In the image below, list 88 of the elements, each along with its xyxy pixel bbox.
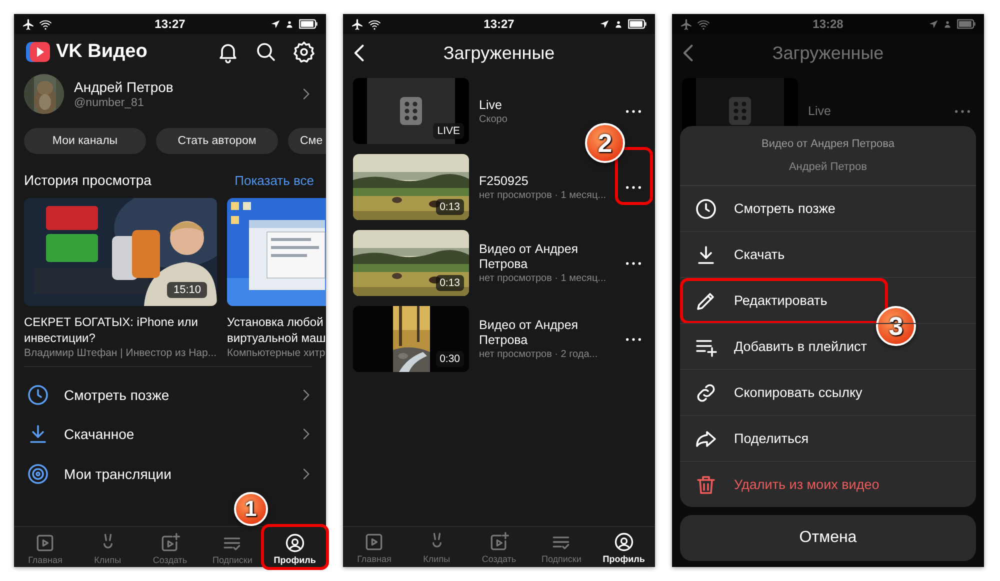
chip-button[interactable]: Мои каналы [24,128,146,154]
settings-icon [292,40,316,64]
tab-button[interactable]: Создать [468,527,530,567]
more-icon [626,110,640,112]
clock-icon [26,382,50,407]
tab-button[interactable]: Профиль [592,527,656,567]
step-badge: 2 [585,123,625,163]
video-title[interactable]: Live [808,104,944,118]
menu-item[interactable]: Редактировать [694,284,828,318]
step-badge: 1 [234,492,268,526]
tab-button[interactable]: Главная [26,531,64,565]
status-time: 13:27 [154,17,186,31]
menu-item[interactable]: Мои трансляции [26,454,314,494]
video-title[interactable]: Видео от Андрея Петрова [479,242,615,272]
more-icon [626,338,640,340]
screen-title: Загруженные [443,42,555,64]
wifi-icon [697,18,710,30]
video-title[interactable]: Видео от Андрея Петрова [479,318,615,348]
status-time: 13:28 [812,17,844,31]
dice-icon [400,97,422,125]
profile-icon [284,532,306,554]
duration-label: 0:13 [436,275,464,291]
sheet-subtitle: Андрей Петров [788,161,868,173]
screen-title: Загруженные [772,42,884,64]
chip-button[interactable]: Сме [288,128,326,154]
menu-item[interactable]: Скопировать ссылку [694,376,862,410]
more-icon [954,110,970,112]
duration-label: 0:13 [436,199,464,215]
location-icon [270,18,281,30]
add-video-icon [488,530,510,552]
video-title[interactable]: Live [479,98,615,112]
location-icon [599,18,610,30]
show-all-link[interactable]: Показать все [234,173,314,188]
video-meta: нет просмотров · 1 месяц... [479,190,608,200]
menu-item[interactable]: Поделиться [694,422,809,456]
settings-button[interactable] [292,40,316,64]
video-title[interactable]: Установка любой виртуальной маш [227,314,326,346]
search-button[interactable] [254,40,278,64]
live-badge: LIVE [433,123,464,139]
person-icon [613,18,624,30]
menu-item[interactable]: Смотреть позже [694,192,836,226]
app-title: VK Видео [56,41,148,63]
menu-item[interactable]: Скачать [694,238,785,272]
menu-item[interactable]: Смотреть позже [26,375,314,414]
airplane-icon [351,18,364,30]
video-title[interactable]: СЕКРЕТ БОГАТЫХ: iPhone или инвестиции? [24,314,217,346]
user-handle: @number_81 [74,97,145,109]
chip-button[interactable]: Стать автором [156,128,278,154]
tab-button[interactable]: Профиль [272,531,318,565]
broadcast-icon [26,462,50,486]
airplane-icon [22,18,35,30]
clock-icon [694,196,718,220]
channel-name: Компьютерные хитр [227,347,326,359]
video-title[interactable]: F250925 [479,174,615,188]
more-icon [626,262,640,264]
video-meta: нет просмотров · 2 года... [479,349,599,360]
person-icon [942,18,953,30]
video-meta: Скоро [479,114,508,124]
wifi-icon [368,18,381,30]
search-icon [254,40,278,64]
airplane-icon [680,18,693,30]
tab-button[interactable]: Подписки [530,527,593,567]
wifi-icon [39,18,52,30]
tab-button[interactable]: Создать [150,531,190,565]
duration-label: 15:10 [167,282,207,298]
tab-button[interactable]: Клипы [92,531,124,565]
menu-item[interactable]: Скачанное [26,414,314,454]
status-time: 13:27 [484,17,514,31]
person-icon [284,18,295,30]
duration-label: 0:30 [436,351,464,367]
add-video-icon [159,532,181,554]
menu-item[interactable]: Удалить из моих видео [694,468,880,502]
section-title: История просмотра [24,172,152,188]
menu-item[interactable]: Добавить в плейлист [694,330,867,364]
video-meta: нет просмотров · 1 месяц... [479,273,608,284]
cancel-button[interactable]: Отмена [680,515,976,561]
profile-icon [612,530,635,552]
tab-button[interactable]: Клипы [405,527,468,567]
sheet-title: Видео от Андрея Петрова [761,138,894,150]
tab-button[interactable]: Подписки [210,531,254,565]
highlight-frame [260,524,330,570]
logo-icon [26,40,52,64]
user-name: Андрей Петров [74,79,174,95]
more-icon [626,186,640,188]
location-icon [928,18,939,30]
channel-name: Владимир Штефан | Инвестор из Нар... [24,347,217,359]
tab-button[interactable]: Главная [343,527,406,567]
profile-row[interactable]: Андрей Петров @number_81 [14,68,326,114]
